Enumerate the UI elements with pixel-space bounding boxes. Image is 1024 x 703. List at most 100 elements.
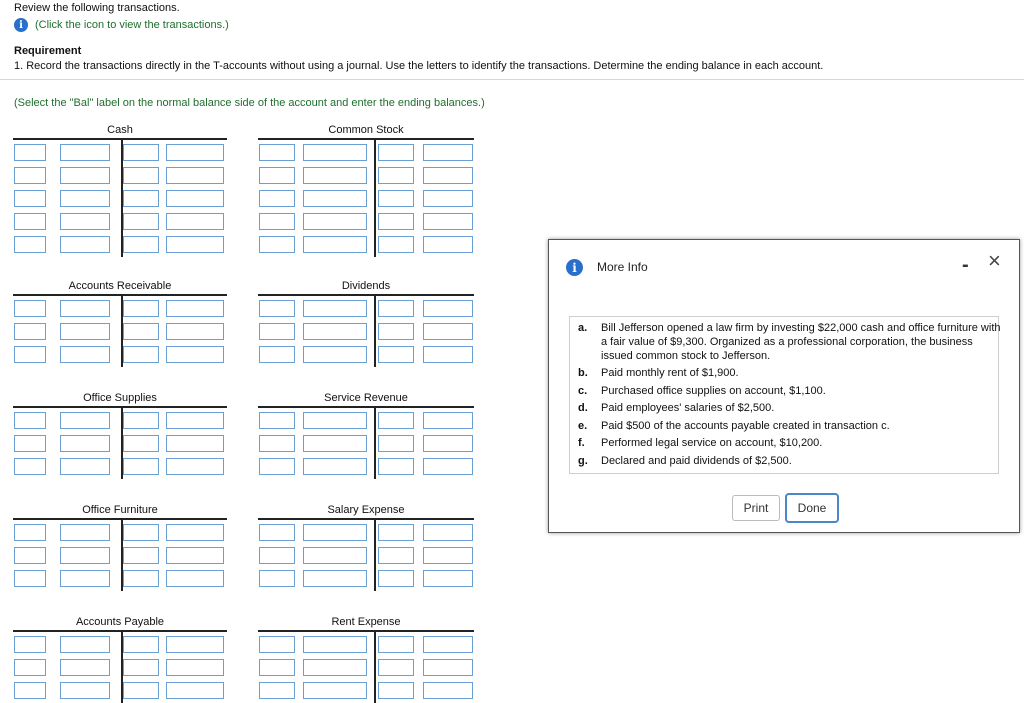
t-account-amount-field[interactable] (423, 435, 473, 452)
t-account-amount-field[interactable] (423, 300, 473, 317)
t-account-label-field[interactable] (259, 346, 295, 363)
t-account-amount-field[interactable] (303, 167, 367, 184)
t-account-label-field[interactable] (14, 570, 46, 587)
t-account-label-field[interactable] (14, 659, 46, 676)
t-account-label-field[interactable] (14, 524, 46, 541)
t-account-amount-field[interactable] (166, 435, 224, 452)
t-account-label-field[interactable] (123, 144, 159, 161)
t-account-amount-field[interactable] (423, 570, 473, 587)
t-account-amount-field[interactable] (423, 659, 473, 676)
t-account-label-field[interactable] (259, 412, 295, 429)
t-account-amount-field[interactable] (423, 412, 473, 429)
t-account-amount-field[interactable] (303, 412, 367, 429)
t-account-label-field[interactable] (123, 236, 159, 253)
t-account-amount-field[interactable] (303, 190, 367, 207)
t-account-label-field[interactable] (378, 236, 414, 253)
t-account-amount-field[interactable] (60, 547, 110, 564)
t-account-amount-field[interactable] (60, 236, 110, 253)
t-account-amount-field[interactable] (303, 144, 367, 161)
t-account-label-field[interactable] (259, 682, 295, 699)
t-account-label-field[interactable] (123, 682, 159, 699)
t-account-label-field[interactable] (259, 547, 295, 564)
t-account-amount-field[interactable] (166, 213, 224, 230)
t-account-amount-field[interactable] (166, 167, 224, 184)
t-account-label-field[interactable] (378, 300, 414, 317)
t-account-label-field[interactable] (378, 570, 414, 587)
t-account-label-field[interactable] (378, 524, 414, 541)
t-account-label-field[interactable] (259, 435, 295, 452)
t-account-amount-field[interactable] (60, 346, 110, 363)
t-account-label-field[interactable] (378, 659, 414, 676)
t-account-amount-field[interactable] (303, 458, 367, 475)
t-account-label-field[interactable] (259, 213, 295, 230)
t-account-amount-field[interactable] (423, 458, 473, 475)
minimize-icon[interactable]: - (962, 254, 969, 277)
t-account-label-field[interactable] (378, 682, 414, 699)
t-account-label-field[interactable] (259, 236, 295, 253)
t-account-amount-field[interactable] (303, 659, 367, 676)
t-account-label-field[interactable] (123, 346, 159, 363)
t-account-amount-field[interactable] (60, 524, 110, 541)
t-account-amount-field[interactable] (423, 636, 473, 653)
t-account-label-field[interactable] (259, 300, 295, 317)
t-account-label-field[interactable] (378, 412, 414, 429)
t-account-label-field[interactable] (14, 300, 46, 317)
t-account-amount-field[interactable] (166, 144, 224, 161)
t-account-label-field[interactable] (14, 167, 46, 184)
t-account-amount-field[interactable] (423, 144, 473, 161)
t-account-amount-field[interactable] (423, 190, 473, 207)
t-account-amount-field[interactable] (60, 458, 110, 475)
t-account-amount-field[interactable] (303, 300, 367, 317)
t-account-label-field[interactable] (14, 144, 46, 161)
t-account-label-field[interactable] (378, 547, 414, 564)
t-account-label-field[interactable] (259, 323, 295, 340)
t-account-amount-field[interactable] (303, 636, 367, 653)
t-account-label-field[interactable] (123, 570, 159, 587)
t-account-label-field[interactable] (14, 636, 46, 653)
t-account-amount-field[interactable] (303, 547, 367, 564)
t-account-amount-field[interactable] (423, 524, 473, 541)
t-account-amount-field[interactable] (166, 524, 224, 541)
t-account-label-field[interactable] (259, 636, 295, 653)
t-account-label-field[interactable] (14, 682, 46, 699)
t-account-amount-field[interactable] (60, 435, 110, 452)
t-account-label-field[interactable] (123, 435, 159, 452)
t-account-amount-field[interactable] (423, 236, 473, 253)
t-account-amount-field[interactable] (60, 167, 110, 184)
t-account-label-field[interactable] (123, 636, 159, 653)
t-account-label-field[interactable] (123, 213, 159, 230)
t-account-amount-field[interactable] (166, 570, 224, 587)
t-account-label-field[interactable] (378, 144, 414, 161)
t-account-label-field[interactable] (14, 435, 46, 452)
t-account-amount-field[interactable] (166, 300, 224, 317)
t-account-amount-field[interactable] (423, 323, 473, 340)
t-account-label-field[interactable] (378, 213, 414, 230)
t-account-label-field[interactable] (14, 458, 46, 475)
t-account-amount-field[interactable] (423, 213, 473, 230)
t-account-label-field[interactable] (123, 458, 159, 475)
t-account-amount-field[interactable] (60, 323, 110, 340)
t-account-amount-field[interactable] (423, 346, 473, 363)
t-account-amount-field[interactable] (60, 682, 110, 699)
t-account-amount-field[interactable] (166, 682, 224, 699)
t-account-label-field[interactable] (259, 458, 295, 475)
t-account-amount-field[interactable] (166, 346, 224, 363)
t-account-label-field[interactable] (123, 323, 159, 340)
close-icon[interactable]: × (988, 248, 1001, 274)
t-account-amount-field[interactable] (166, 236, 224, 253)
t-account-amount-field[interactable] (166, 190, 224, 207)
t-account-label-field[interactable] (14, 547, 46, 564)
t-account-label-field[interactable] (259, 524, 295, 541)
t-account-label-field[interactable] (123, 190, 159, 207)
t-account-label-field[interactable] (378, 190, 414, 207)
t-account-label-field[interactable] (14, 190, 46, 207)
print-button[interactable]: Print (732, 495, 780, 521)
t-account-amount-field[interactable] (166, 323, 224, 340)
t-account-amount-field[interactable] (303, 236, 367, 253)
t-account-amount-field[interactable] (303, 435, 367, 452)
info-icon[interactable]: i (14, 18, 28, 32)
t-account-label-field[interactable] (123, 167, 159, 184)
t-account-amount-field[interactable] (60, 213, 110, 230)
t-account-amount-field[interactable] (303, 524, 367, 541)
t-account-label-field[interactable] (14, 236, 46, 253)
